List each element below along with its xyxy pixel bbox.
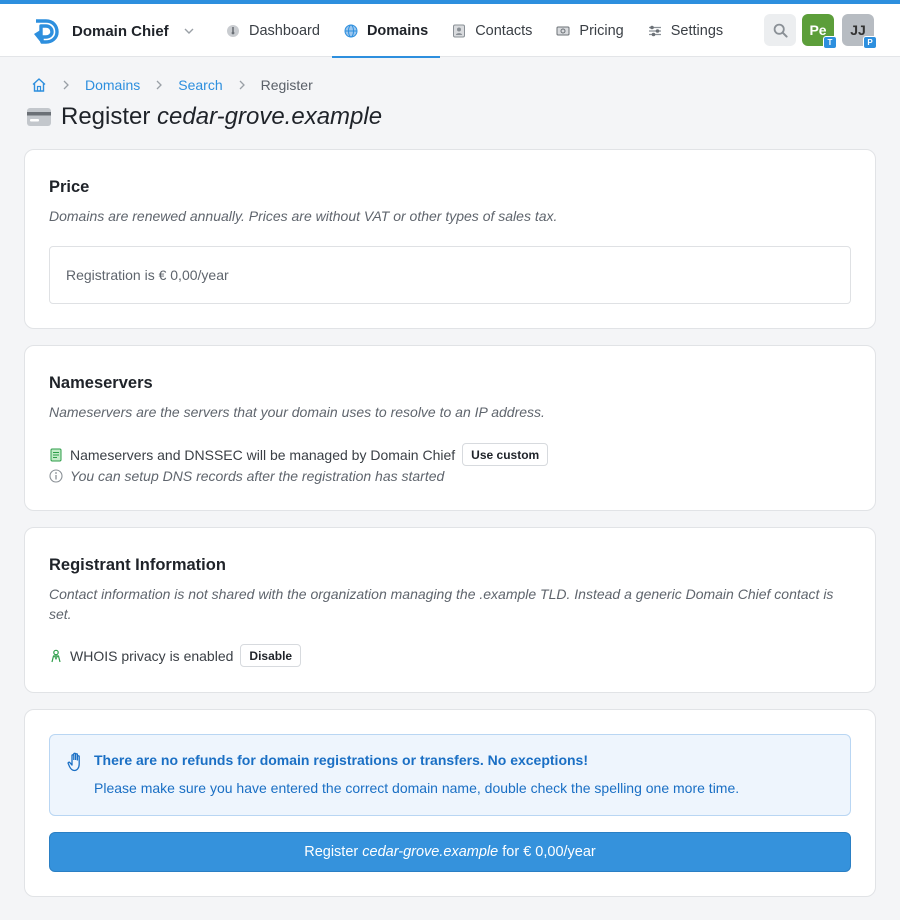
- server-icon: [50, 448, 62, 461]
- register-domain-button[interactable]: Register cedar-grove.example for € 0,00/…: [49, 832, 851, 872]
- register-button-domain: cedar-grove.example: [362, 844, 499, 860]
- info-icon: [49, 469, 63, 483]
- registrant-card: Registrant Information Contact informati…: [24, 527, 876, 693]
- user-avatar-badge: P: [863, 36, 877, 49]
- search-icon: [773, 23, 788, 38]
- nameservers-description: Nameservers are the servers that your do…: [49, 404, 545, 420]
- price-heading: Price: [49, 178, 90, 196]
- register-button-prefix: Register: [304, 844, 363, 860]
- nav-settings-label: Settings: [670, 22, 724, 39]
- top-navigation-bar: Domain Chief Dashboard Domains Contacts …: [0, 4, 900, 58]
- notice-title: There are no refunds for domain registra…: [94, 752, 588, 768]
- privacy-agent-icon: [51, 649, 61, 662]
- pricing-icon: [556, 26, 570, 35]
- dns-info-row: You can setup DNS records after the regi…: [49, 468, 444, 484]
- nav-dashboard-label: Dashboard: [249, 22, 320, 39]
- card-icon: [27, 108, 51, 126]
- organization-avatar[interactable]: Pe T: [802, 14, 837, 49]
- page-title: Register cedar-grove.example: [26, 103, 382, 131]
- nav-domains[interactable]: Domains: [331, 4, 441, 58]
- disable-whois-button[interactable]: Disable: [240, 644, 302, 667]
- nameservers-managed-row: Nameservers and DNSSEC will be managed b…: [49, 443, 549, 466]
- registrant-description: Contact information is not shared with t…: [49, 586, 834, 622]
- nav-contacts[interactable]: Contacts: [440, 4, 544, 57]
- chevron-right-icon: [239, 80, 245, 90]
- breadcrumb-current: Register: [260, 77, 313, 93]
- nav-pricing[interactable]: Pricing: [544, 4, 635, 57]
- globe-icon: [344, 24, 358, 37]
- main-nav: Dashboard Domains Contacts Pricing Setti…: [214, 4, 735, 58]
- domain-chief-logo-icon: [34, 19, 59, 44]
- brand-switcher[interactable]: Domain Chief: [32, 16, 195, 46]
- nameservers-card: Nameservers Nameservers are the servers …: [24, 345, 876, 511]
- breadcrumb-domains[interactable]: Domains: [85, 77, 140, 93]
- nav-settings[interactable]: Settings: [636, 4, 735, 57]
- page-heading: Register cedar-grove.example: [61, 103, 382, 131]
- notice-body: Please make sure you have entered the co…: [94, 780, 740, 796]
- hand-stop-icon: [67, 752, 80, 772]
- nameservers-heading: Nameservers: [49, 374, 153, 392]
- nameservers-managed-text: Nameservers and DNSSEC will be managed b…: [70, 446, 456, 463]
- breadcrumb-search[interactable]: Search: [178, 77, 222, 93]
- sliders-icon: [648, 25, 661, 36]
- register-card: There are no refunds for domain registra…: [24, 709, 876, 897]
- whois-privacy-row: WHOIS privacy is enabled Disable: [49, 644, 302, 667]
- home-icon[interactable]: [31, 77, 47, 93]
- breadcrumb: Domains Search Register: [31, 76, 313, 94]
- registration-price: Registration is € 0,00/year: [49, 246, 851, 304]
- price-description: Domains are renewed annually. Prices are…: [49, 208, 558, 224]
- user-avatar[interactable]: JJ P: [842, 14, 877, 49]
- nav-pricing-label: Pricing: [579, 22, 624, 39]
- nav-dashboard[interactable]: Dashboard: [214, 4, 332, 57]
- app-name: Domain Chief: [72, 22, 169, 40]
- chevron-right-icon: [156, 80, 163, 90]
- register-button-suffix: for € 0,00/year: [498, 844, 596, 860]
- chevron-right-icon: [63, 80, 69, 90]
- contacts-icon: [453, 24, 466, 37]
- page-heading-prefix: Register: [61, 103, 151, 130]
- search-button[interactable]: [764, 14, 796, 46]
- page-heading-domain: cedar-grove.example: [157, 103, 383, 130]
- registrant-heading: Registrant Information: [49, 556, 226, 574]
- nav-contacts-label: Contacts: [475, 22, 533, 39]
- use-custom-button[interactable]: Use custom: [462, 443, 549, 466]
- dashboard-icon: [227, 24, 239, 37]
- nav-domains-label: Domains: [366, 22, 429, 39]
- price-card: Price Domains are renewed annually. Pric…: [24, 149, 876, 329]
- whois-privacy-text: WHOIS privacy is enabled: [70, 647, 234, 664]
- no-refunds-notice: There are no refunds for domain registra…: [49, 734, 851, 816]
- dns-info-text: You can setup DNS records after the regi…: [70, 468, 445, 484]
- organization-avatar-badge: T: [823, 36, 837, 49]
- chevron-down-icon: [184, 28, 194, 34]
